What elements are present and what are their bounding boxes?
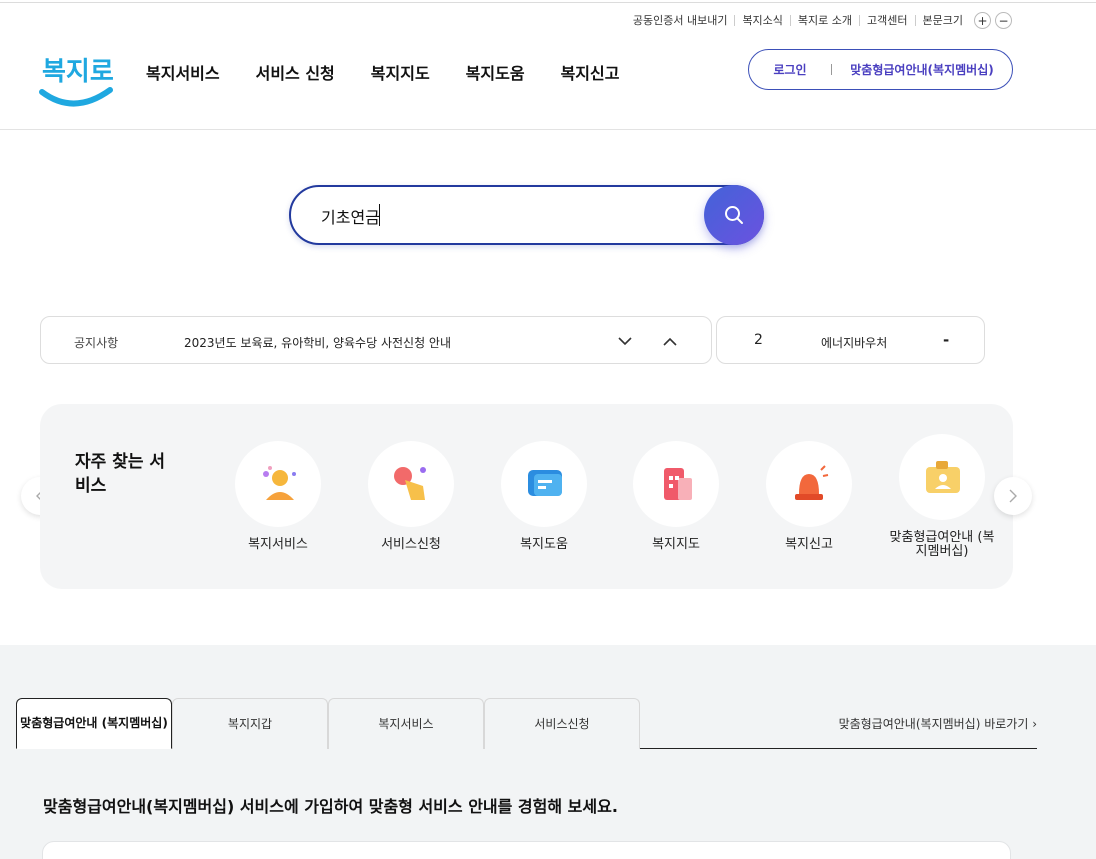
siren-icon [766,441,852,527]
service-map[interactable]: 복지지도 [621,441,731,552]
text-caret [379,204,380,226]
chevron-right-icon [1009,489,1017,503]
top-divider [0,2,1096,3]
tab-service-apply[interactable]: 서비스신청 [484,698,640,749]
utility-cert-export[interactable]: 공동인증서 내보내기 [626,15,735,26]
ranking-box[interactable]: 2 에너지바우처 - [716,316,985,364]
search-icon [725,206,743,224]
search-button[interactable] [704,185,764,245]
font-increase-button[interactable]: + [974,12,991,29]
tab-welfare-service[interactable]: 복지서비스 [328,698,484,749]
tab-membership[interactable]: 맞춤형급여안내 (복지멤버십) [16,698,172,749]
utility-bar: 공동인증서 내보내기 복지소식 복지로 소개 고객센터 본문크기 + − [626,12,1012,29]
login-button[interactable]: 로그인 [749,61,831,78]
nav-welfare-help[interactable]: 복지도움 [466,60,525,84]
ranking-change: - [943,331,950,349]
notice-link[interactable]: 2023년도 보육료, 유아학비, 양육수당 사전신청 안내 [184,334,451,351]
font-decrease-button[interactable]: − [995,12,1012,29]
logo-text: 복지로 [42,57,114,87]
service-label: 복지신고 [785,537,833,552]
person-icon [235,441,321,527]
chat-bubble-icon [501,441,587,527]
service-report[interactable]: 복지신고 [754,441,864,552]
nav-service-apply[interactable]: 서비스 신청 [256,60,335,84]
search-box [289,185,764,245]
service-label: 복지지도 [652,537,700,552]
service-label: 맞춤형급여안내 (복지멤버십) [889,530,995,559]
utility-news[interactable]: 복지소식 [734,15,789,26]
nav-welfare-map[interactable]: 복지지도 [371,60,430,84]
service-label: 복지서비스 [248,537,308,552]
membership-button[interactable]: 맞춤형급여안내(복지멤버십) [832,61,1012,78]
chevron-down-icon[interactable] [615,331,635,351]
tap-hand-icon [368,441,454,527]
utility-text-size-label: 본문크기 [914,15,970,26]
main-nav: 복지서비스 서비스 신청 복지지도 복지도움 복지신고 [146,60,655,84]
service-label: 서비스신청 [381,537,441,552]
auth-box: 로그인 맞춤형급여안내(복지멤버십) [748,49,1013,90]
service-help[interactable]: 복지도움 [489,441,599,552]
membership-section: 맞춤형급여안내 (복지멤버십) 복지지갑 복지서비스 서비스신청 맞춤형급여안내… [0,645,1096,859]
service-label: 복지도움 [520,537,568,552]
tab-wallet[interactable]: 복지지갑 [172,698,328,749]
search-input[interactable] [321,204,701,228]
nav-welfare-service[interactable]: 복지서비스 [146,60,220,84]
tab-bar: 맞춤형급여안내 (복지멤버십) 복지지갑 복지서비스 서비스신청 맞춤형급여안내… [16,698,1037,749]
logo[interactable]: 복지로 [38,46,114,116]
utility-about[interactable]: 복지로 소개 [789,15,859,26]
utility-customer-center[interactable]: 고객센터 [859,15,914,26]
notice-bar: 공지사항 2023년도 보육료, 유아학비, 양육수당 사전신청 안내 [40,316,712,364]
page: 공동인증서 내보내기 복지소식 복지로 소개 고객센터 본문크기 + − 복지로… [0,0,1096,859]
logo-icon: 복지로 [39,57,114,107]
chevron-up-icon[interactable] [660,331,680,351]
notice-label: 공지사항 [74,336,119,350]
building-icon [633,441,719,527]
membership-intro: 맞춤형급여안내(복지멤버십) 서비스에 가입하여 맞춤형 서비스 안내를 경험해… [43,797,618,816]
ranking-keyword: 에너지바우처 [821,336,888,350]
service-apply[interactable]: 서비스신청 [356,441,466,552]
ranking-number: 2 [754,332,763,348]
header-divider [0,129,1096,130]
service-welfare[interactable]: 복지서비스 [223,441,333,552]
frequent-services: 자주 찾는 서비스 복지서비스 서비스신청 복지도움 복지지도 복지신고 맞춤형… [40,404,1013,589]
nav-welfare-report[interactable]: 복지신고 [561,60,620,84]
membership-card [42,841,1011,859]
service-membership[interactable]: 맞춤형급여안내 (복지멤버십) [887,434,997,559]
carousel-next-button[interactable] [994,477,1032,515]
membership-shortcut-link[interactable]: 맞춤형급여안내(복지멤버십) 바로가기 › [839,715,1037,732]
frequent-title: 자주 찾는 서비스 [75,452,166,496]
id-card-icon [899,434,985,520]
